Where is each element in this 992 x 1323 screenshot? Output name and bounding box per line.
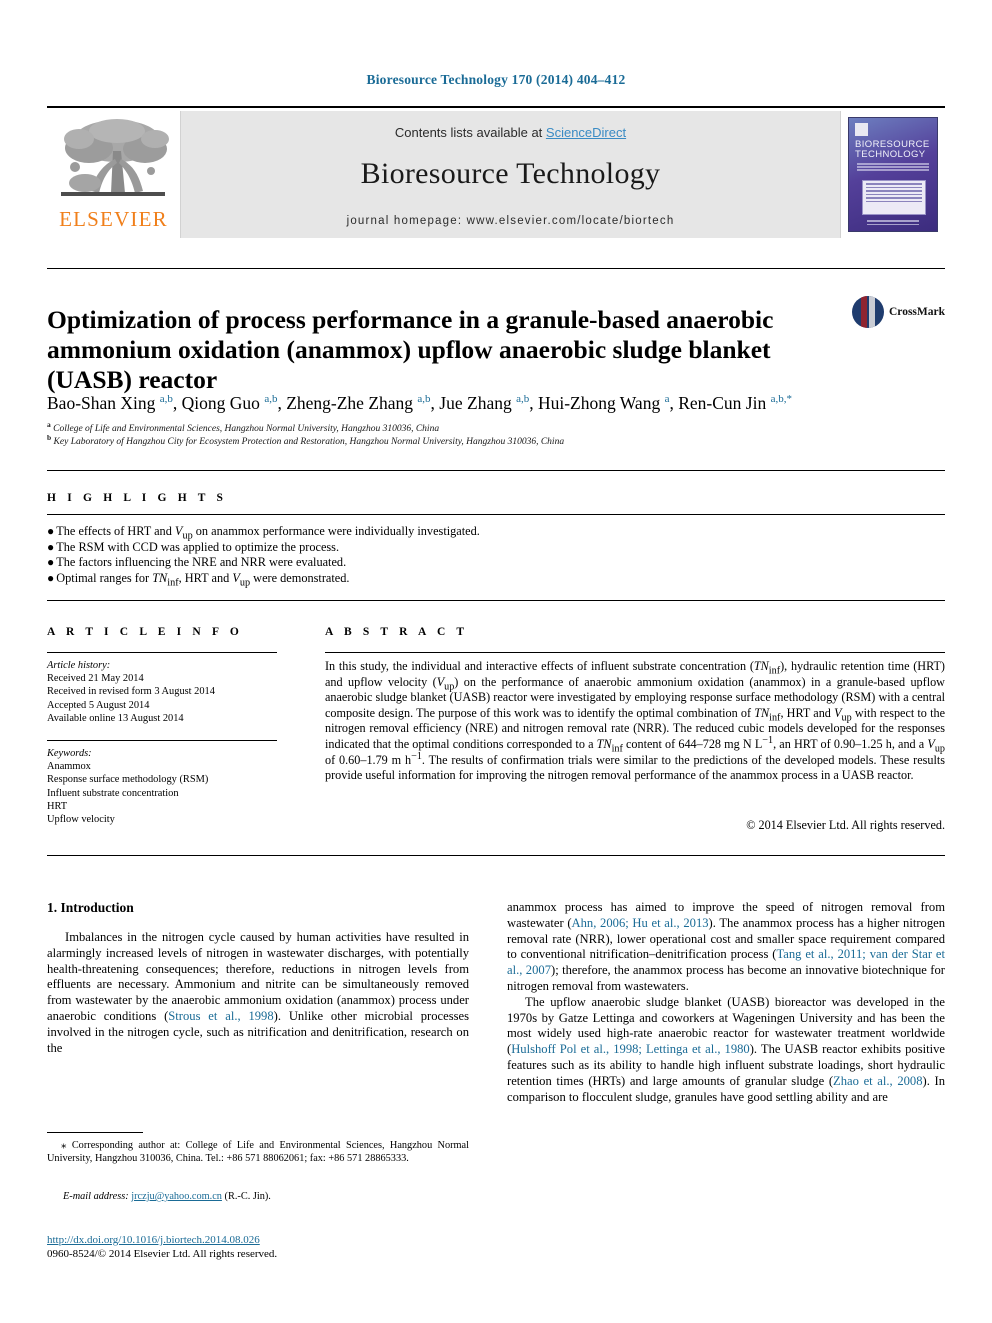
cover-elsevier-icon [855,123,868,136]
highlight-item: ● The factors influencing the NRE and NRR… [47,555,347,569]
body-paragraph: anammox process has aimed to improve the… [507,900,945,993]
journal-cover-image: BIORESOURCE TECHNOLOGY [848,117,938,232]
email-label: E-mail address: [63,1191,129,1202]
page-title: Optimization of process performance in a… [47,305,774,395]
doi-block: http://dx.doi.org/10.1016/j.biortech.201… [47,1233,469,1261]
article-info-heading: A R T I C L E I N F O [47,626,243,638]
crossmark-icon [852,296,884,328]
article-history-item: Accepted 5 August 2014 [47,699,150,711]
section-title-introduction: 1. Introduction [47,900,134,915]
doi-link[interactable]: http://dx.doi.org/10.1016/j.biortech.201… [47,1234,260,1246]
footnote-divider [47,1132,143,1133]
abstract-divider [325,652,945,653]
highlights-heading: H I G H L I G H T S [47,492,228,504]
bullet-icon: ● [47,570,55,585]
keywords-items: Anammox Response surface methodology (RSM… [47,760,287,826]
keyword-item: Anammox [47,761,91,773]
running-head: Bioresource Technology 170 (2014) 404–41… [366,72,626,87]
affiliations: a College of Life and Environmental Scie… [47,419,945,448]
keyword-item: Response surface methodology (RSM) [47,774,209,786]
article-info-divider [47,652,277,653]
article-history-item: Received in revised form 3 August 2014 [47,686,215,698]
journal-title: Bioresource Technology [360,157,661,190]
body-paragraph: Imbalances in the nitrogen cycle caused … [47,930,469,1055]
keywords-block: Keywords: Anammox Response surface method… [47,747,287,826]
journal-cover-thumbnail: BIORESOURCE TECHNOLOGY [841,111,945,238]
keyword-item: HRT [47,800,68,812]
right-paragraphs: anammox process has aimed to improve the… [507,900,945,1105]
keywords-label: Keywords: [47,748,92,759]
highlight-item: ● The effects of HRT and Vup on anammox p… [47,524,480,542]
email-owner: (R.-C. Jin). [224,1191,271,1202]
journal-band: Contents lists available at ScienceDirec… [180,111,841,238]
corresponding-author-text: ⁎ Corresponding author at: College of Li… [47,1139,469,1164]
left-paragraphs: Imbalances in the nitrogen cycle caused … [47,930,469,1056]
keyword-item: Upflow velocity [47,814,115,826]
email-line: E-mail address: jrczju@yahoo.com.cn (R.-… [47,1190,469,1203]
title-divider [47,268,945,269]
journal-homepage-link[interactable]: journal homepage: www.elsevier.com/locat… [181,215,840,227]
copyright-line: © 2014 Elsevier Ltd. All rights reserved… [746,818,945,832]
keywords-divider [47,740,277,741]
article-history-item: Received 21 May 2014 [47,673,144,685]
body-column-right: anammox process has aimed to improve the… [507,900,945,1105]
elsevier-wordmark: ELSEVIER [59,207,168,231]
body-paragraph: The upflow anaerobic sludge blanket (UAS… [507,994,946,1104]
cover-subtitle-lines [857,163,929,175]
corresponding-author-note: ⁎ Corresponding author at: College of Li… [47,1139,469,1165]
article-history-items: Received 21 May 2014 Received in revised … [47,672,287,725]
contents-prefix: Contents lists available at [394,125,546,140]
abstract-text: In this study, the individual and intera… [325,659,945,783]
cover-title: BIORESOURCE TECHNOLOGY [855,139,930,160]
cover-footer-lines [867,220,919,226]
article-first-page: Bioresource Technology 170 (2014) 404–41… [0,0,992,1323]
highlight-item: ● The RSM with CCD was applied to optimiz… [47,539,340,554]
elsevier-logo: ELSEVIER [47,111,180,238]
affiliation-a: a College of Life and Environmental Scie… [47,419,440,434]
article-history-label: Article history: [47,660,111,671]
journal-masthead: ELSEVIER Contents lists available at Sci… [47,106,945,238]
sciencedirect-link[interactable]: ScienceDirect [546,125,626,140]
affiliation-b: b Key Laboratory of Hangzhou City for Ec… [47,432,565,447]
article-history-item: Available online 13 August 2014 [47,712,184,724]
highlights-divider-mid [47,514,945,515]
body-column-left: 1. Introduction Imbalances in the nitrog… [47,900,469,1056]
bullet-icon: ● [47,539,55,554]
highlights-divider-bottom [47,600,945,601]
cover-table-graphic [862,180,926,215]
highlights-divider-top [47,470,945,471]
email-link[interactable]: jrczju@yahoo.com.cn [131,1191,222,1202]
highlight-item: ● Optimal ranges for TNinf, HRT and Vup w… [47,570,350,588]
bullet-icon: ● [47,555,55,569]
keyword-item: Influent substrate concentration [47,787,179,799]
issn-copyright-line: 0960-8524/© 2014 Elsevier Ltd. All right… [47,1248,278,1260]
crossmark-label: CrossMark [889,306,946,318]
elsevier-tree-icon [61,119,169,196]
author-list: Bao-Shan Xing a,b, Qiong Guo a,b, Zheng-… [47,393,792,413]
crossmark-badge[interactable]: CrossMark [852,287,946,337]
abstract-divider-bottom [47,855,945,856]
abstract-heading: A B S T R A C T [325,626,469,638]
contents-line: Contents lists available at ScienceDirec… [181,125,840,140]
bullet-icon: ● [47,524,55,538]
article-history: Article history: Received 21 May 2014 Rec… [47,659,287,725]
highlights-list: ● The effects of HRT and Vup on anammox p… [47,524,667,588]
